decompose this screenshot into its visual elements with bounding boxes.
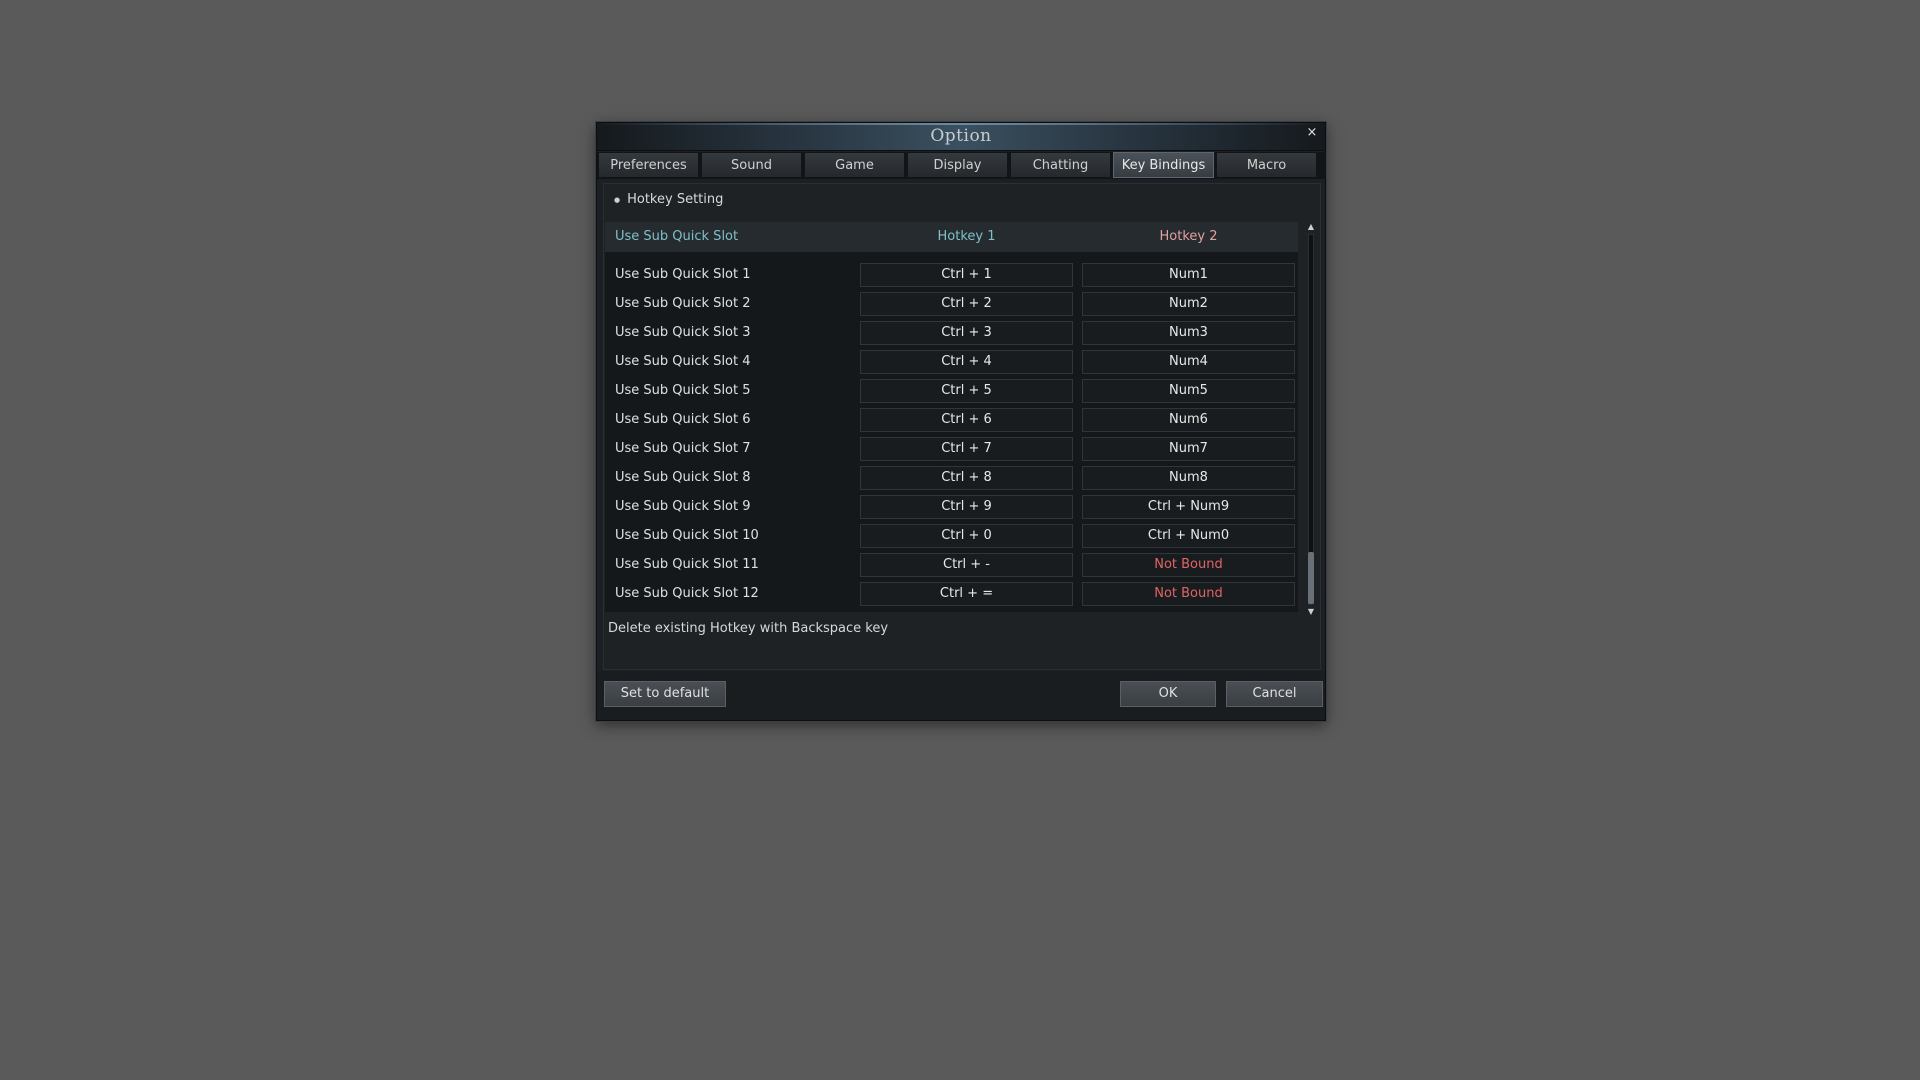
scroll-down-icon[interactable]: ▼ [1306,607,1316,617]
table-row: Use Sub Quick Slot 12 Ctrl + = Not Bound [605,581,1298,610]
table-row: Use Sub Quick Slot 5 Ctrl + 5 Num5 [605,378,1298,407]
hotkey1-field[interactable]: Ctrl + 7 [860,437,1073,461]
hotkey2-field[interactable]: Ctrl + Num9 [1082,495,1295,519]
cancel-button[interactable]: Cancel [1226,681,1323,707]
table-row: Use Sub Quick Slot 2 Ctrl + 2 Num2 [605,291,1298,320]
row-label: Use Sub Quick Slot 4 [615,354,751,369]
hotkey1-field[interactable]: Ctrl + 2 [860,292,1073,316]
tab-macro[interactable]: Macro [1216,152,1317,178]
table-row: Use Sub Quick Slot 11 Ctrl + - Not Bound [605,552,1298,581]
table-row: Use Sub Quick Slot 10 Ctrl + 0 Ctrl + Num0 [605,523,1298,552]
hotkey1-field[interactable]: Ctrl + = [860,582,1073,606]
hotkey2-field[interactable]: Num4 [1082,350,1295,374]
scrollbar[interactable]: ▲ ▼ [1306,222,1316,617]
tab-preferences[interactable]: Preferences [598,152,699,178]
header-action: Use Sub Quick Slot [615,229,739,244]
row-label: Use Sub Quick Slot 1 [615,267,751,282]
hotkey2-field[interactable]: Num6 [1082,408,1295,432]
hint-text: Delete existing Hotkey with Backspace ke… [608,621,889,636]
row-label: Use Sub Quick Slot 8 [615,470,751,485]
section-header: ● Hotkey Setting [614,192,723,207]
window-title: Option [930,126,992,146]
row-label: Use Sub Quick Slot 12 [615,586,759,601]
row-label: Use Sub Quick Slot 6 [615,412,751,427]
table-header: Use Sub Quick Slot Hotkey 1 Hotkey 2 [605,222,1298,252]
table-row: Use Sub Quick Slot 7 Ctrl + 7 Num7 [605,436,1298,465]
tab-bar: Preferences Sound Game Display Chatting … [597,152,1326,179]
row-label: Use Sub Quick Slot 11 [615,557,759,572]
option-dialog: Option × Preferences Sound Game Display … [596,122,1326,721]
tab-key-bindings[interactable]: Key Bindings [1113,152,1214,178]
table-row: Use Sub Quick Slot 4 Ctrl + 4 Num4 [605,349,1298,378]
hotkey2-field[interactable]: Not Bound [1082,582,1295,606]
header-hotkey1: Hotkey 1 [937,229,996,244]
row-label: Use Sub Quick Slot 9 [615,499,751,514]
set-default-button[interactable]: Set to default [604,681,726,707]
bullet-icon: ● [614,195,621,204]
tab-game[interactable]: Game [804,152,905,178]
row-label: Use Sub Quick Slot 10 [615,528,759,543]
row-label: Use Sub Quick Slot 5 [615,383,751,398]
scroll-track[interactable] [1308,234,1314,605]
table-row: Use Sub Quick Slot 6 Ctrl + 6 Num6 [605,407,1298,436]
hotkey2-field[interactable]: Num1 [1082,263,1295,287]
hotkey1-field[interactable]: Ctrl + 1 [860,263,1073,287]
ok-button[interactable]: OK [1120,681,1216,707]
row-label: Use Sub Quick Slot 3 [615,325,751,340]
scroll-thumb[interactable] [1308,552,1314,604]
hotkey1-field[interactable]: Ctrl + 8 [860,466,1073,490]
table-body: Use Sub Quick Slot 1 Ctrl + 1 Num1 Use Sub … [605,262,1298,610]
tab-sound[interactable]: Sound [701,152,802,178]
hotkey2-field[interactable]: Ctrl + Num0 [1082,524,1295,548]
hotkey2-field[interactable]: Num7 [1082,437,1295,461]
title-bar[interactable]: Option × [597,123,1325,151]
hotkey-table: Use Sub Quick Slot Hotkey 1 Hotkey 2 Use… [605,222,1298,612]
hotkey1-field[interactable]: Ctrl + 6 [860,408,1073,432]
footer: Set to default OK Cancel [597,671,1325,720]
table-row: Use Sub Quick Slot 8 Ctrl + 8 Num8 [605,465,1298,494]
table-row: Use Sub Quick Slot 1 Ctrl + 1 Num1 [605,262,1298,291]
row-label: Use Sub Quick Slot 7 [615,441,751,456]
table-row: Use Sub Quick Slot 3 Ctrl + 3 Num3 [605,320,1298,349]
hotkey2-field[interactable]: Not Bound [1082,553,1295,577]
section-title: Hotkey Setting [627,192,724,207]
row-label: Use Sub Quick Slot 2 [615,296,751,311]
hotkey2-field[interactable]: Num8 [1082,466,1295,490]
scroll-up-icon[interactable]: ▲ [1306,222,1316,232]
table-row: Use Sub Quick Slot 9 Ctrl + 9 Ctrl + Num9 [605,494,1298,523]
hotkey1-field[interactable]: Ctrl + 4 [860,350,1073,374]
hotkey1-field[interactable]: Ctrl + 3 [860,321,1073,345]
close-icon[interactable]: × [1305,126,1319,140]
hotkey1-field[interactable]: Ctrl + - [860,553,1073,577]
header-hotkey2: Hotkey 2 [1159,229,1218,244]
content-panel: ● Hotkey Setting Use Sub Quick Slot Hotk… [603,183,1321,670]
tab-display[interactable]: Display [907,152,1008,178]
hotkey1-field[interactable]: Ctrl + 5 [860,379,1073,403]
hotkey1-field[interactable]: Ctrl + 9 [860,495,1073,519]
tab-chatting[interactable]: Chatting [1010,152,1111,178]
hotkey2-field[interactable]: Num2 [1082,292,1295,316]
hotkey1-field[interactable]: Ctrl + 0 [860,524,1073,548]
hotkey2-field[interactable]: Num3 [1082,321,1295,345]
hotkey2-field[interactable]: Num5 [1082,379,1295,403]
